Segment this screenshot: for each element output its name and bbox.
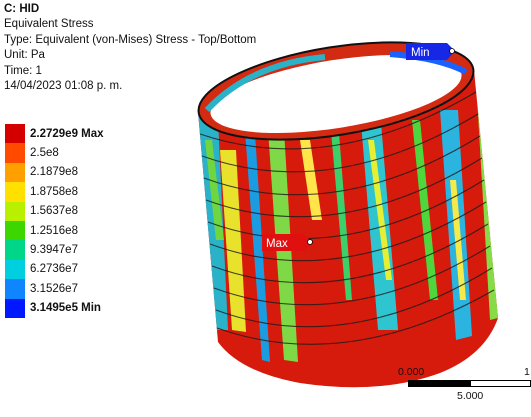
- stress-contour-viewport[interactable]: Max Min: [0, 0, 531, 417]
- scale-tick-end: 1: [524, 366, 530, 378]
- max-probe[interactable]: Max: [262, 234, 313, 251]
- scale-bar: 0.000 1 5.000: [380, 366, 531, 406]
- scale-tick-mid: 5.000: [457, 390, 484, 402]
- scale-tick-start: 0.000: [398, 366, 425, 378]
- max-probe-label: Max: [266, 238, 288, 250]
- scale-segment-black: [408, 380, 470, 387]
- min-probe[interactable]: Min: [406, 43, 455, 60]
- scale-segment-white: [470, 380, 531, 387]
- min-probe-label: Min: [411, 47, 430, 59]
